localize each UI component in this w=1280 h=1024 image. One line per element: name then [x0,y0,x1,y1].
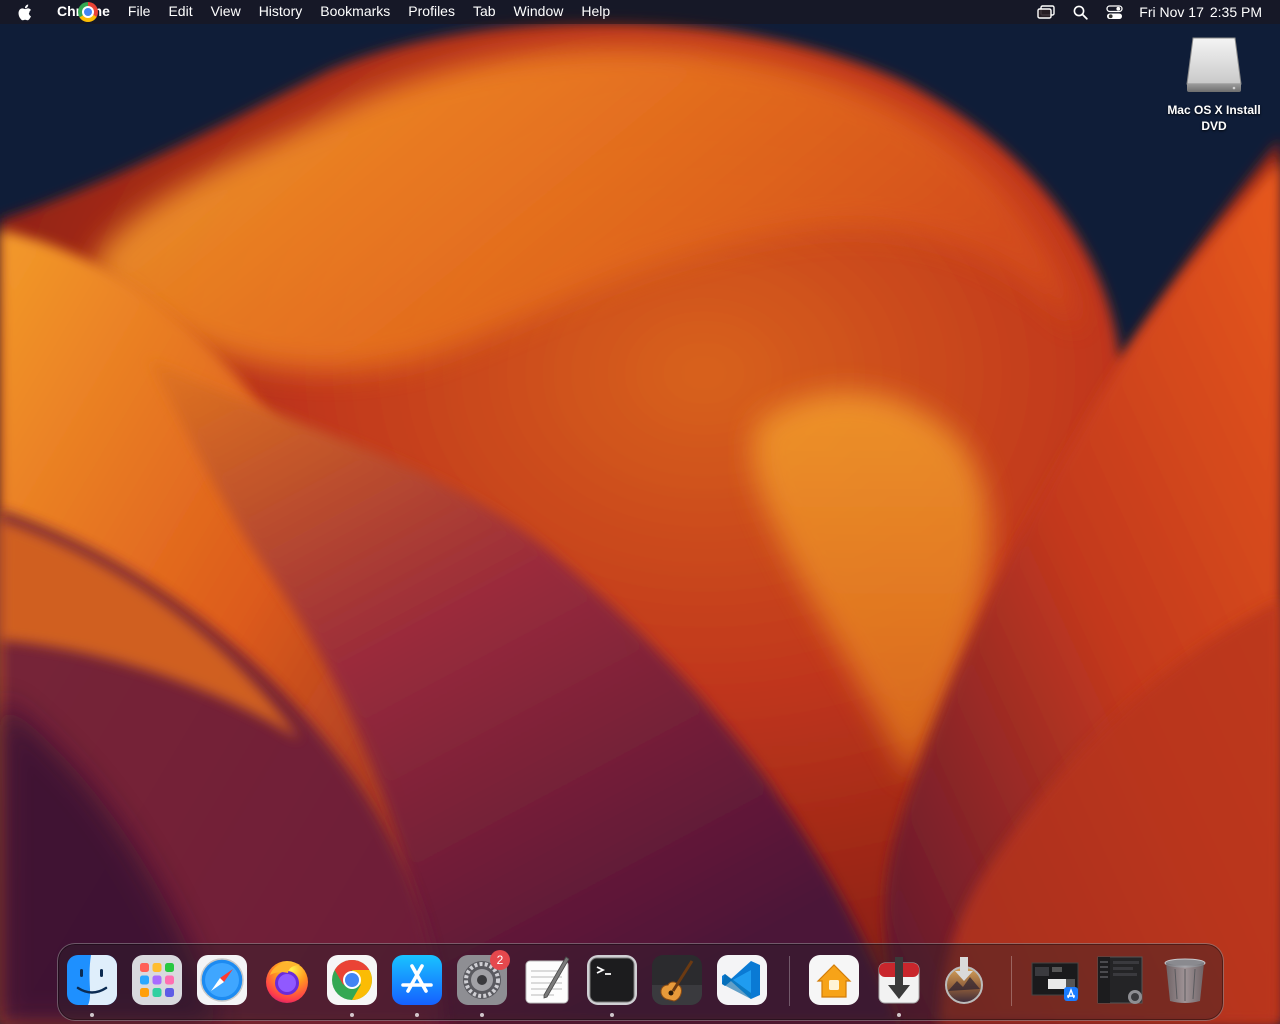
menu-tab[interactable]: Tab [464,0,505,24]
textedit-icon [522,955,572,1005]
dock-system-settings[interactable]: 2 [455,950,510,1007]
clock-time: 2:35 PM [1209,4,1262,20]
recent-window-stack-icon [1095,955,1145,1005]
home-icon [809,955,859,1005]
spotlight-search-icon[interactable] [1070,0,1090,24]
desktop-wallpaper [0,0,1280,1024]
app-store-icon [392,955,442,1005]
download-app-running-indicator [897,1013,901,1017]
dock: 2 [57,943,1224,1021]
dock-google-chrome[interactable] [325,953,379,1007]
dock-macos-installer[interactable] [937,953,991,1007]
terminal-icon [587,955,637,1005]
menu-bar: Chrome File Edit View History Bookmarks … [0,0,1280,24]
finder-running-indicator [90,1013,94,1017]
chrome-icon [327,955,377,1005]
menu-profiles[interactable]: Profiles [399,0,464,24]
control-center-icon[interactable] [1104,0,1124,24]
downloads-stack-icon [1030,955,1080,1005]
firefox-icon [262,955,312,1005]
app-store-running-indicator [415,1013,419,1017]
menu-file[interactable]: File [119,0,160,24]
trash-icon [1160,955,1210,1005]
dock-trash[interactable] [1158,953,1212,1007]
safari-icon [197,955,247,1005]
screen-mirroring-icon[interactable] [1036,0,1056,24]
dock-home[interactable] [807,953,861,1007]
apple-menu-icon[interactable] [17,0,37,24]
clock-date: Fri Nov 17 [1139,4,1204,20]
vscode-icon [717,955,767,1005]
dock-finder[interactable] [65,953,119,1007]
desktop-icon-install-dvd[interactable]: Mac OS X Install DVD [1158,34,1270,134]
drive-icon [1184,34,1244,94]
dock-recent-window-stack[interactable] [1093,953,1147,1007]
garageband-icon [652,955,702,1005]
menu-history[interactable]: History [250,0,312,24]
dock-separator [789,956,790,1006]
chrome-logo-icon [78,2,98,22]
dock-launchpad[interactable] [130,953,184,1007]
chrome-running-indicator [350,1013,354,1017]
dock-terminal[interactable] [585,953,639,1007]
dock-visual-studio-code[interactable] [715,953,769,1007]
dock-transmit-download[interactable] [872,953,926,1007]
system-settings-running-indicator [480,1013,484,1017]
notification-badge: 2 [490,950,510,970]
menu-view[interactable]: View [202,0,250,24]
dock-downloads-stack[interactable] [1028,953,1082,1007]
macos-installer-icon [939,955,989,1005]
menu-window[interactable]: Window [505,0,573,24]
terminal-running-indicator [610,1013,614,1017]
dock-garageband[interactable] [650,953,704,1007]
dock-textedit[interactable] [520,953,574,1007]
download-app-icon [874,955,924,1005]
dock-firefox[interactable] [260,953,314,1007]
menu-bookmarks[interactable]: Bookmarks [311,0,399,24]
menu-edit[interactable]: Edit [159,0,201,24]
menu-help[interactable]: Help [572,0,619,24]
menubar-clock[interactable]: Fri Nov 17 2:35 PM [1139,4,1262,20]
dock-separator [1011,956,1012,1006]
dock-app-store[interactable] [390,953,444,1007]
finder-icon [67,955,117,1005]
desktop-icon-label: Mac OS X Install DVD [1167,103,1261,133]
dock-safari[interactable] [195,953,249,1007]
launchpad-icon [132,955,182,1005]
app-menu-chrome[interactable]: Chrome [53,0,119,24]
